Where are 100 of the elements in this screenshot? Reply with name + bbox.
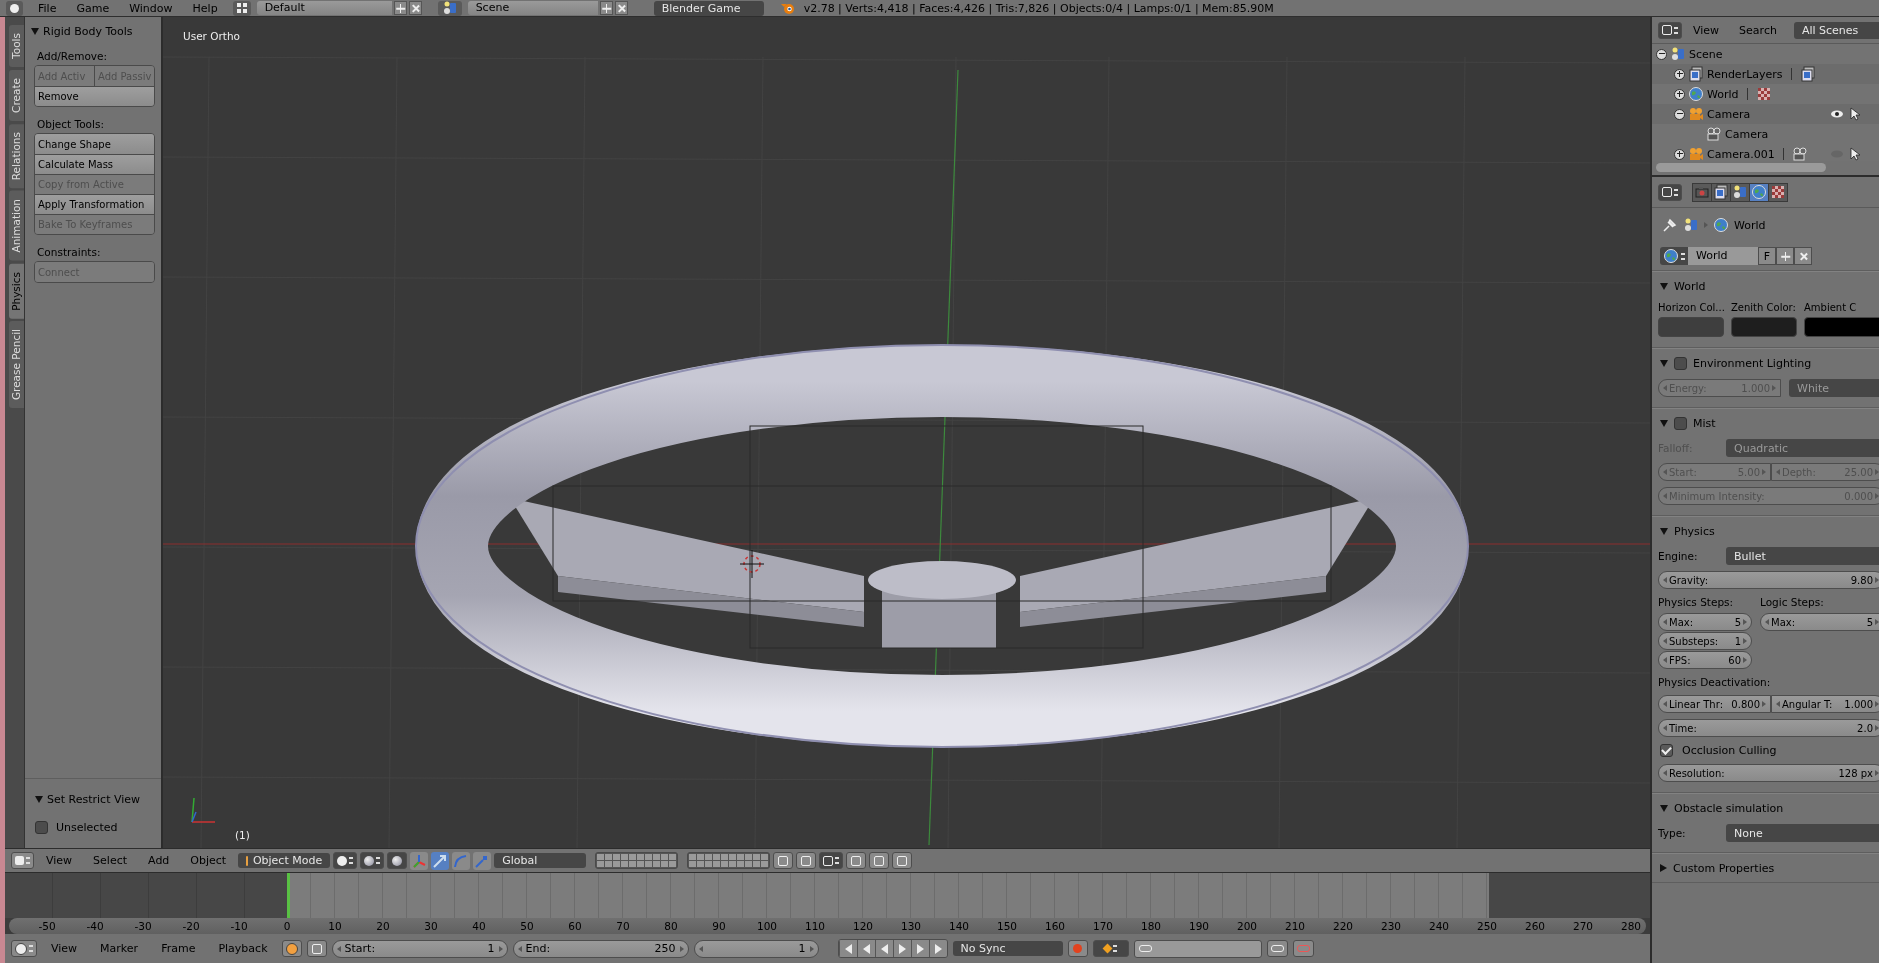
timeline-track[interactable]	[5, 872, 1650, 918]
panel-header[interactable]: Obstacle simulation	[1652, 794, 1879, 822]
menu-item[interactable]: Marker	[91, 942, 148, 955]
scene-selector-icon[interactable]	[437, 0, 462, 16]
color-swatch[interactable]	[1731, 317, 1797, 337]
checkbox[interactable]	[1674, 416, 1687, 430]
pin-icon[interactable]	[1662, 217, 1678, 233]
checkbox[interactable]	[1674, 356, 1687, 370]
panel-header[interactable]: Custom Properties	[1652, 854, 1879, 882]
editor-type-button[interactable]	[1658, 21, 1682, 39]
tool-tab[interactable]: Tools	[9, 25, 24, 67]
manipulator-toggle-icon[interactable]	[387, 852, 408, 869]
properties-tab[interactable]	[1768, 182, 1788, 202]
snap-button[interactable]	[819, 852, 844, 869]
expand-icon[interactable]	[1674, 148, 1685, 160]
arrow-icon[interactable]	[431, 851, 450, 870]
fake-user-button[interactable]: F	[1758, 247, 1776, 265]
keying-button[interactable]	[1092, 940, 1129, 957]
sync-dropdown[interactable]: No Sync	[952, 941, 1063, 956]
properties-tab[interactable]	[1711, 182, 1730, 202]
panel-header[interactable]: Mist	[1652, 409, 1879, 437]
menu-item[interactable]: Window	[120, 1, 182, 15]
record-icon[interactable]	[1067, 940, 1088, 957]
scene-field[interactable]: Scene	[467, 1, 598, 15]
panel-header[interactable]: Environment Lighting	[1652, 349, 1879, 377]
start-frame-field[interactable]: Start: 1	[331, 939, 508, 958]
outliner-item[interactable]: Camera	[1707, 107, 1751, 121]
outliner-item[interactable]: Scene	[1689, 47, 1723, 61]
number-field[interactable]: Angular T: 1.000	[1771, 695, 1879, 713]
menu-item[interactable]: Game	[67, 1, 119, 15]
cursor-icon[interactable]	[1850, 147, 1860, 161]
number-field[interactable]: Max: 5	[1760, 613, 1879, 631]
cursor-icon[interactable]	[1850, 107, 1860, 121]
scrollbar[interactable]	[1656, 163, 1826, 172]
tool-button[interactable]: Calculate Mass	[35, 154, 154, 174]
tool-button[interactable]: Change Shape	[35, 134, 154, 154]
number-field[interactable]: Time: 2.0	[1658, 719, 1879, 737]
display-mode-dropdown[interactable]: All Scenes	[1793, 21, 1879, 39]
menu-item[interactable]: View	[37, 854, 82, 867]
checkbox[interactable]	[35, 821, 48, 834]
number-field[interactable]: Linear Thr: 0.800	[1658, 695, 1771, 713]
close-icon[interactable]	[614, 1, 628, 15]
tool-tab[interactable]: Physics	[9, 263, 24, 319]
add-icon[interactable]	[1776, 247, 1794, 265]
color-swatch[interactable]	[1658, 317, 1724, 337]
menu-item[interactable]: Add	[139, 854, 179, 867]
properties-tab[interactable]	[1730, 182, 1749, 202]
world-browse-button[interactable]	[1660, 247, 1688, 265]
orientation-dropdown[interactable]: Global	[494, 853, 587, 868]
menu-item[interactable]: Playback	[209, 942, 277, 955]
close-icon[interactable]	[408, 1, 422, 15]
number-field[interactable]: Max: 5	[1658, 613, 1752, 631]
layer-grid[interactable]	[595, 852, 679, 869]
tool-tab[interactable]: Relations	[9, 123, 24, 188]
clock-icon[interactable]	[281, 940, 302, 957]
menu-item[interactable]: Object	[181, 854, 236, 867]
editor-type-button[interactable]	[11, 852, 34, 869]
3d-viewport[interactable]: User Ortho (1)	[163, 17, 1650, 848]
panel-header[interactable]: Set Restrict View	[25, 778, 161, 813]
dropdown[interactable]: None	[1726, 824, 1879, 842]
checkbox[interactable]	[1660, 744, 1673, 757]
number-field[interactable]: Resolution: 128 px	[1658, 764, 1879, 782]
outliner-item[interactable]: Camera.001	[1707, 147, 1775, 161]
tool-tab[interactable]: Grease Pencil	[9, 321, 24, 409]
datablock-name-field[interactable]: World	[1688, 247, 1758, 265]
end-frame-field[interactable]: End: 250	[512, 939, 689, 958]
eye-icon[interactable]	[1830, 109, 1844, 119]
number-field[interactable]: Substeps: 1	[1658, 632, 1752, 650]
add-icon[interactable]	[393, 1, 407, 15]
layout-icon[interactable]	[232, 0, 251, 16]
panel-header[interactable]: World	[1652, 272, 1879, 300]
number-field[interactable]: FPS: 60	[1658, 651, 1752, 669]
layout-field[interactable]: Default	[256, 1, 392, 15]
keying-set-field[interactable]	[1133, 939, 1262, 958]
tool-tab[interactable]: Animation	[9, 191, 24, 261]
menu-item[interactable]: Search	[1730, 23, 1786, 37]
shading-button[interactable]	[333, 852, 358, 869]
number-field[interactable]: Gravity: 9.80	[1658, 571, 1879, 589]
editor-type-button[interactable]	[1658, 183, 1682, 201]
tool-button[interactable]: Apply Transformation	[35, 194, 154, 214]
tool-button[interactable]: Remove	[35, 86, 154, 106]
menu-item[interactable]: Frame	[152, 942, 205, 955]
jump-start-icon[interactable]	[838, 940, 857, 957]
menu-item[interactable]: View	[1684, 23, 1729, 37]
outliner-item[interactable]: Camera	[1725, 127, 1769, 141]
menu-item[interactable]: View	[42, 942, 87, 955]
menu-item[interactable]: Select	[84, 854, 137, 867]
outliner-item[interactable]: World	[1707, 87, 1739, 101]
engine-dropdown[interactable]: Blender Game	[653, 0, 764, 16]
menu-item[interactable]: File	[29, 1, 66, 15]
info-icon[interactable]	[6, 0, 23, 16]
layer-grid[interactable]	[687, 852, 771, 869]
current-frame-field[interactable]: 1	[693, 939, 819, 958]
mode-dropdown[interactable]: Object Mode	[238, 853, 331, 868]
collapse-icon[interactable]	[1674, 108, 1685, 120]
properties-tab[interactable]	[1749, 182, 1768, 202]
frame-ruler[interactable]: -50 -40 -30 -20 -10 0 10 20 30 40 50 60 70 80 90 100 110 120 130 140 150 160 170 180 190 200 210 220 230 240 250 260 270 280	[9, 918, 1646, 934]
close-icon[interactable]	[1794, 247, 1812, 265]
collapse-icon[interactable]	[1656, 48, 1667, 60]
expand-icon[interactable]	[1674, 88, 1685, 100]
